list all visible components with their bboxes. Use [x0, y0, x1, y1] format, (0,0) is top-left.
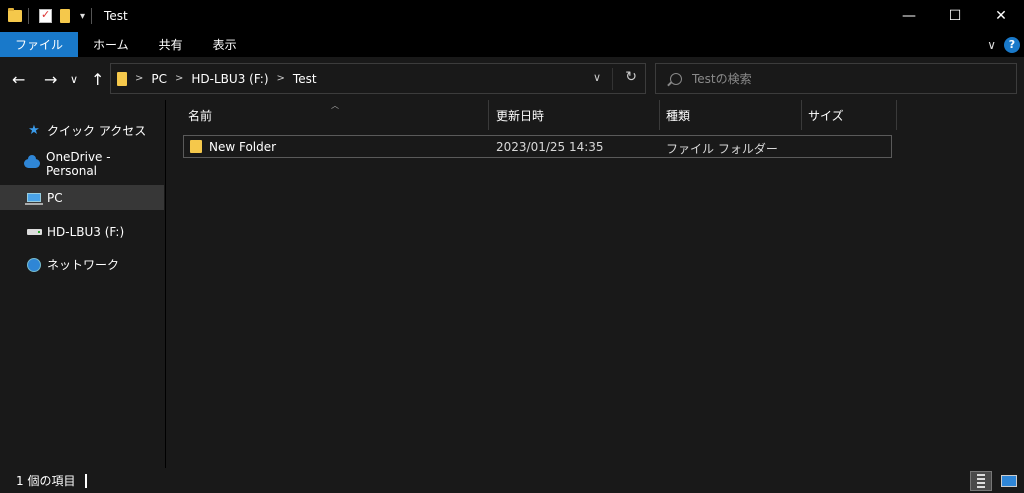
- breadcrumb-pc[interactable]: PC: [151, 72, 167, 86]
- sidebar-item-drive[interactable]: HD-LBU3 (F:): [0, 219, 164, 244]
- sidebar-item-pc[interactable]: PC: [0, 185, 164, 210]
- search-icon: [670, 72, 682, 85]
- customize-toolbar-icon[interactable]: ▾: [80, 11, 85, 22]
- text-cursor: [85, 473, 88, 488]
- up-button[interactable]: ↑: [91, 70, 104, 89]
- star-icon: ★: [28, 123, 40, 138]
- forward-button[interactable]: →: [44, 70, 57, 89]
- tab-view[interactable]: 表示: [198, 32, 252, 57]
- folder-icon: [117, 71, 127, 86]
- search-input[interactable]: [692, 71, 992, 86]
- column-divider[interactable]: [659, 100, 660, 130]
- toolbar-divider: [28, 8, 29, 24]
- column-header-type[interactable]: 種類: [666, 100, 690, 130]
- status-bar: 1 個の項目: [0, 468, 1024, 493]
- chevron-right-icon[interactable]: >: [175, 73, 183, 84]
- column-divider[interactable]: [896, 100, 897, 130]
- column-header-modified[interactable]: 更新日時: [496, 100, 544, 130]
- breadcrumb-test[interactable]: Test: [293, 72, 317, 86]
- breadcrumb-drive[interactable]: HD-LBU3 (F:): [191, 72, 268, 86]
- sidebar-item-label: ネットワーク: [47, 258, 120, 272]
- maximize-button[interactable]: ☐: [932, 0, 978, 32]
- pc-icon: [25, 190, 43, 206]
- tab-home[interactable]: ホーム: [78, 32, 144, 57]
- column-divider[interactable]: [801, 100, 802, 130]
- close-button[interactable]: ✕: [978, 0, 1024, 32]
- large-icons-view-icon: [1001, 475, 1017, 487]
- file-type: ファイル フォルダー: [666, 142, 778, 156]
- chevron-right-icon[interactable]: >: [135, 73, 143, 84]
- window-title: Test: [104, 9, 128, 23]
- sort-ascending-icon: ︿: [331, 101, 339, 110]
- column-divider[interactable]: [488, 100, 489, 130]
- title-bar: ▾ Test — ☐ ✕: [0, 0, 1024, 32]
- help-icon[interactable]: ?: [1004, 36, 1020, 53]
- file-name: New Folder: [209, 140, 277, 154]
- sidebar-item-label: HD-LBU3 (F:): [47, 224, 125, 239]
- file-modified: 2023/01/25 14:35: [496, 140, 604, 154]
- sidebar-item-label: OneDrive - Personal: [46, 149, 111, 178]
- address-bar[interactable]: > PC > HD-LBU3 (F:) > Test ∨ ↻: [110, 63, 646, 94]
- address-divider: [612, 68, 613, 90]
- expand-ribbon-chevron-down-icon[interactable]: ∨: [987, 38, 996, 52]
- tab-share[interactable]: 共有: [144, 32, 198, 57]
- minimize-button[interactable]: —: [886, 0, 932, 32]
- folder-icon: [190, 140, 202, 153]
- new-folder-icon[interactable]: [60, 9, 70, 23]
- recent-locations-chevron-down-icon[interactable]: ∨: [70, 73, 78, 86]
- tab-file[interactable]: ファイル: [0, 32, 79, 57]
- table-row[interactable]: New Folder 2023/01/25 14:35 ファイル フォルダー: [183, 135, 892, 158]
- cloud-icon: [24, 155, 40, 172]
- column-header-name[interactable]: 名前: [188, 100, 212, 130]
- chevron-right-icon[interactable]: >: [277, 73, 285, 84]
- column-header-size[interactable]: サイズ: [808, 100, 844, 130]
- window-controls: — ☐ ✕: [886, 0, 1024, 32]
- large-icons-view-button[interactable]: [998, 471, 1020, 491]
- details-view-button[interactable]: [970, 471, 992, 491]
- sidebar-item-quick-access[interactable]: ★ クイック アクセス: [0, 118, 164, 143]
- file-list-view: ︿ 名前 更新日時 種類 サイズ New Folder 2023/01/25 1…: [166, 100, 1024, 468]
- refresh-icon[interactable]: ↻: [625, 69, 637, 85]
- sidebar-item-network[interactable]: ネットワーク: [0, 252, 164, 277]
- quick-access-toolbar: ▾: [0, 0, 98, 32]
- folder-icon: [8, 8, 22, 22]
- sidebar-item-label: クイック アクセス: [47, 124, 147, 138]
- properties-icon[interactable]: [39, 8, 52, 23]
- toolbar-divider: [91, 8, 93, 24]
- ribbon-tabs: ファイル ホーム 共有 表示 ∨ ?: [0, 32, 1024, 57]
- item-count: 1 個の項目: [16, 474, 76, 488]
- drive-icon: [26, 224, 42, 240]
- network-icon: [26, 257, 42, 273]
- search-box[interactable]: [655, 63, 1017, 94]
- sidebar-item-label: PC: [47, 190, 63, 205]
- back-button[interactable]: ←: [12, 70, 25, 89]
- details-view-icon: [977, 474, 985, 488]
- navigation-pane: ★ クイック アクセス OneDrive - Personal PC HD-LB…: [0, 100, 165, 468]
- address-history-chevron-down-icon[interactable]: ∨: [593, 71, 601, 84]
- sidebar-item-onedrive[interactable]: OneDrive - Personal: [0, 149, 164, 178]
